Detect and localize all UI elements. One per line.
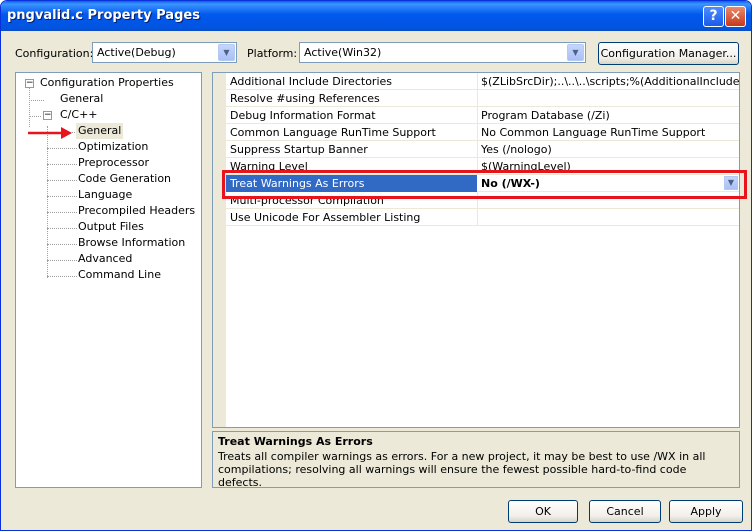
property-row[interactable]: Additional Include Directories $(ZLibSrc…: [226, 73, 740, 90]
property-value: Yes (/nologo): [481, 143, 552, 156]
configuration-manager-button[interactable]: Configuration Manager...: [598, 42, 739, 65]
tree-connector: [29, 116, 41, 117]
window-title: pngvalid.c Property Pages: [7, 8, 200, 23]
platform-select[interactable]: Active(Win32) ▼: [299, 42, 586, 63]
collapse-icon[interactable]: −: [25, 79, 34, 88]
configuration-label: Configuration:: [15, 47, 94, 60]
description-panel: Treat Warnings As Errors Treats all comp…: [212, 431, 740, 489]
property-value: $(ZLibSrcDir);..\..\..\scripts;%(Additio…: [481, 75, 740, 88]
help-button[interactable]: ?: [703, 6, 724, 27]
description-text: Treats all compiler warnings as errors. …: [218, 450, 706, 489]
property-name: Resolve #using References: [230, 92, 380, 105]
tree-connector: [47, 228, 77, 229]
tree-item-configuration-properties[interactable]: Configuration Properties: [40, 75, 174, 91]
tree-connector: [29, 87, 30, 127]
tree-item-cpp-general[interactable]: General: [76, 123, 124, 139]
property-name: Use Unicode For Assembler Listing: [230, 211, 421, 224]
property-row[interactable]: Use Unicode For Assembler Listing: [226, 209, 739, 226]
tree-connector: [47, 260, 77, 261]
tree-connector: [29, 100, 44, 101]
ok-button[interactable]: OK: [508, 500, 578, 523]
tree-item-cpp[interactable]: C/C++: [60, 107, 98, 123]
close-button[interactable]: ✕: [725, 6, 746, 27]
tree-item-advanced[interactable]: Advanced: [78, 251, 132, 267]
tree-item-command-line[interactable]: Command Line: [78, 267, 161, 283]
red-arrow-icon: [28, 127, 72, 139]
tree-item-general[interactable]: General: [60, 91, 103, 107]
property-name: Additional Include Directories: [230, 75, 392, 88]
cancel-button[interactable]: Cancel: [589, 500, 661, 523]
configuration-select[interactable]: Active(Debug) ▼: [92, 42, 237, 63]
collapse-icon[interactable]: −: [43, 111, 52, 120]
column-divider: [477, 73, 478, 90]
property-value: No Common Language RunTime Support: [481, 126, 706, 139]
tree-connector: [47, 180, 77, 181]
chevron-down-icon[interactable]: ▼: [218, 44, 235, 61]
platform-label: Platform:: [247, 47, 298, 60]
annotation-highlight-box: [222, 170, 747, 199]
help-icon: ?: [709, 8, 718, 24]
platform-value: Active(Win32): [304, 46, 382, 59]
tree-item-code-generation[interactable]: Code Generation: [78, 171, 171, 187]
property-name: Suppress Startup Banner: [230, 143, 368, 156]
property-row[interactable]: Debug Information Format Program Databas…: [226, 107, 739, 124]
grid-gutter: [213, 73, 226, 427]
column-divider: [477, 90, 478, 107]
column-divider: [477, 209, 478, 226]
property-tree: − Configuration Properties General − C/C…: [15, 72, 202, 488]
tree-item-preprocessor[interactable]: Preprocessor: [78, 155, 149, 171]
property-pages-window: pngvalid.c Property Pages ? ✕ Configurat…: [0, 0, 752, 531]
tree-item-precompiled-headers[interactable]: Precompiled Headers: [78, 203, 195, 219]
property-row[interactable]: Resolve #using References: [226, 90, 739, 107]
tree-connector: [47, 244, 77, 245]
tree-connector: [47, 196, 77, 197]
column-divider: [477, 107, 478, 124]
column-divider: [477, 141, 478, 158]
close-icon: ✕: [729, 8, 742, 24]
apply-button[interactable]: Apply: [669, 500, 743, 523]
configuration-value: Active(Debug): [97, 46, 176, 59]
chevron-down-icon[interactable]: ▼: [567, 44, 584, 61]
description-title: Treat Warnings As Errors: [218, 435, 373, 448]
property-name: Debug Information Format: [230, 109, 376, 122]
title-bar[interactable]: pngvalid.c Property Pages ? ✕: [1, 1, 751, 31]
property-grid: Additional Include Directories $(ZLibSrc…: [212, 72, 740, 428]
tree-item-output-files[interactable]: Output Files: [78, 219, 144, 235]
tree-connector: [47, 148, 77, 149]
tree-connector: [47, 212, 77, 213]
tree-item-browse-information[interactable]: Browse Information: [78, 235, 185, 251]
tree-item-optimization[interactable]: Optimization: [78, 139, 148, 155]
tree-connector: [47, 164, 77, 165]
tree-item-language[interactable]: Language: [78, 187, 132, 203]
tree-connector: [47, 276, 77, 277]
property-row[interactable]: Suppress Startup Banner Yes (/nologo): [226, 141, 739, 158]
property-name: Common Language RunTime Support: [230, 126, 436, 139]
property-row[interactable]: Common Language RunTime Support No Commo…: [226, 124, 739, 141]
column-divider: [477, 124, 478, 141]
property-value: Program Database (/Zi): [481, 109, 610, 122]
